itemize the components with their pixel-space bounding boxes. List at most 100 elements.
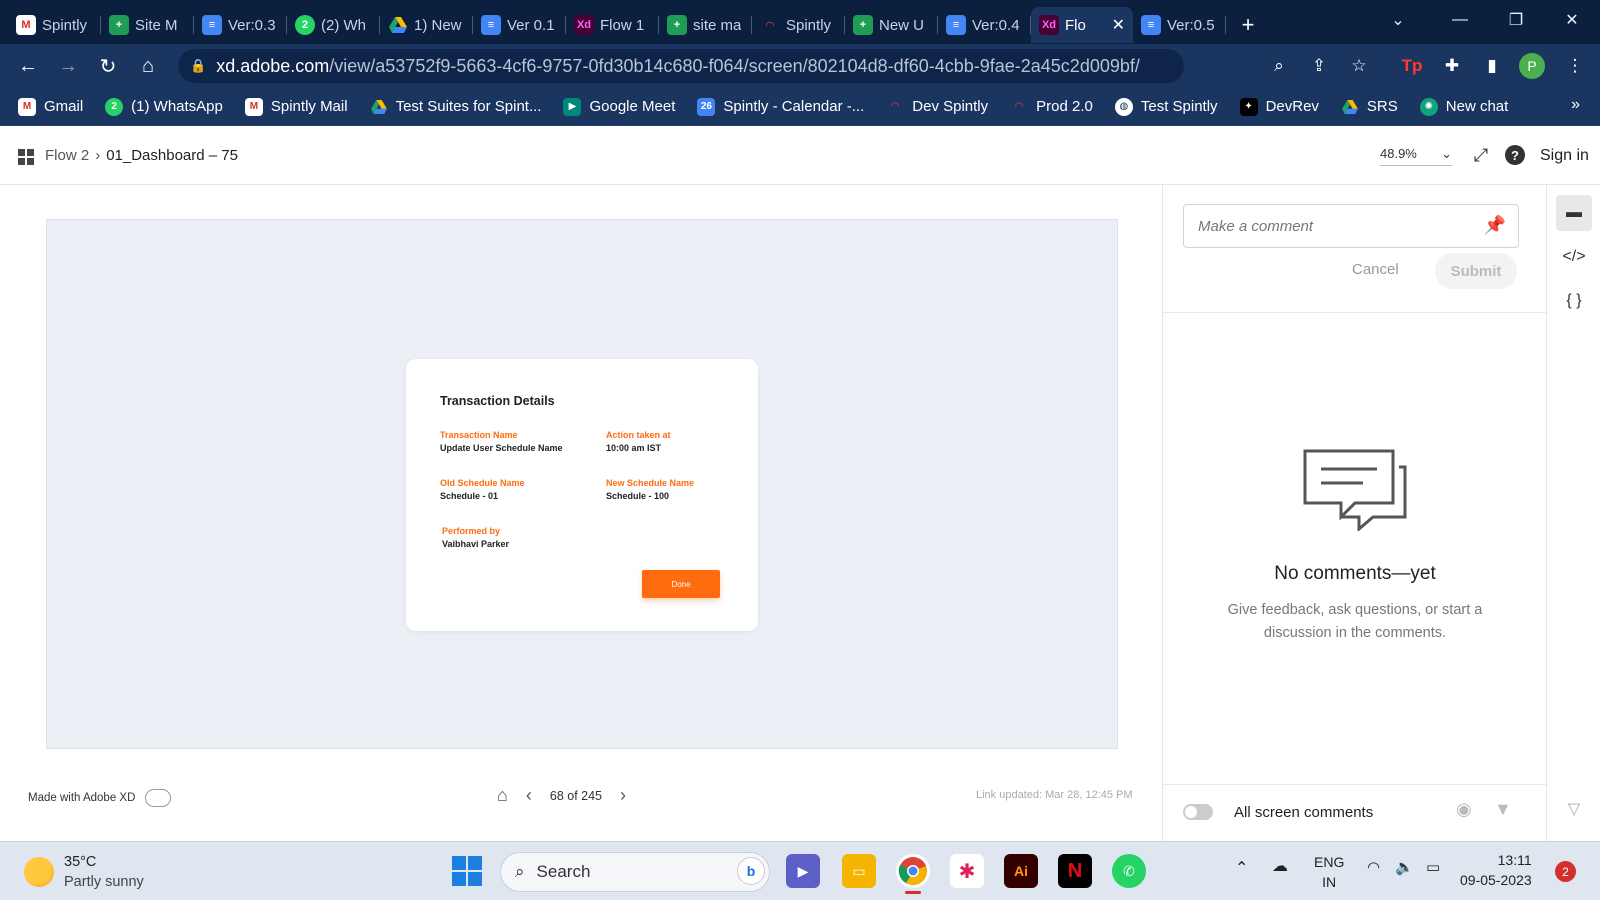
browser-tab-strip: M Spintly + Site M ≡ Ver:0.3 2 (2) Wh 1) New… (0, 0, 1600, 44)
reload-icon[interactable]: ↻ (88, 46, 128, 86)
prototype-canvas: Transaction Details Transaction Name Upd… (0, 185, 1162, 841)
browser-tab[interactable]: + site ma (659, 7, 752, 43)
back-icon[interactable]: ← (8, 46, 48, 86)
chevron-up-icon[interactable]: ⌃ (1235, 858, 1248, 878)
help-icon[interactable]: ? (1505, 145, 1525, 165)
slack-icon[interactable]: ✱ (950, 854, 984, 888)
browser-tab[interactable]: ≡ Ver:0.3 (194, 7, 287, 43)
pin-icon[interactable]: 📌 (1484, 215, 1506, 236)
submit-button[interactable]: Submit (1435, 253, 1517, 289)
teams-icon[interactable]: ▶ (786, 854, 820, 888)
bookmark-dev-spintly[interactable]: ◠ Dev Spintly (886, 98, 988, 116)
browser-tab[interactable]: + Site M (101, 7, 194, 43)
language-indicator[interactable]: ENG IN (1314, 852, 1344, 892)
url-input[interactable]: 🔒 xd.adobe.com/view/a53752f9-5663-4cf6-9… (178, 49, 1184, 83)
bing-icon[interactable]: b (737, 857, 765, 885)
all-screen-comments-toggle[interactable] (1183, 804, 1213, 820)
bookmark-prod[interactable]: ◠ Prod 2.0 (1010, 98, 1093, 116)
bookmark-star-icon[interactable]: ☆ (1345, 52, 1373, 80)
browser-tab[interactable]: 1) New (380, 7, 473, 43)
filter-icon[interactable]: ▼ (1494, 799, 1512, 820)
browser-tab[interactable]: + New U (845, 7, 938, 43)
chrome-icon[interactable] (896, 854, 930, 894)
clock[interactable]: 13:11 09-05-2023 (1460, 850, 1532, 890)
zoom-lens-icon[interactable]: ⌕ (1265, 52, 1293, 80)
cancel-button[interactable]: Cancel (1352, 261, 1399, 278)
bookmark-test-suites[interactable]: Test Suites for Spint... (370, 98, 541, 116)
browser-tab[interactable]: 2 (2) Wh (287, 7, 380, 43)
bookmark-gmail[interactable]: M Gmail (18, 97, 83, 116)
tab-search-chevron-icon[interactable]: ⌄ (1370, 0, 1426, 40)
illustrator-icon[interactable]: Ai (1004, 854, 1038, 888)
netflix-icon[interactable]: N (1058, 854, 1092, 888)
browser-tab-active[interactable]: Xd Flo ✕ (1031, 7, 1133, 43)
bookmark-calendar[interactable]: 26 Spintly - Calendar -... (697, 97, 864, 116)
extensions-puzzle-icon[interactable]: ✚ (1438, 52, 1466, 80)
breadcrumb-root[interactable]: Flow 2 (45, 147, 89, 164)
windows-taskbar: 35°C Partly sunny ⌕ Search b ▶ ▭ ✱ Ai N … (0, 841, 1600, 900)
profile-avatar[interactable]: P (1519, 53, 1545, 79)
restore-icon[interactable]: ❐ (1488, 0, 1544, 40)
grid-view-icon[interactable] (18, 149, 34, 165)
comment-input[interactable]: Make a comment 📌 (1183, 204, 1519, 248)
browser-tab[interactable]: M Spintly (8, 7, 101, 43)
card-title: Transaction Details (440, 394, 555, 408)
onedrive-icon[interactable]: ☁ (1272, 856, 1288, 876)
battery-icon[interactable]: ▭ (1426, 858, 1440, 876)
browser-tab[interactable]: Xd Flow 1 (566, 7, 659, 43)
whatsapp-icon[interactable]: ✆ (1112, 854, 1146, 888)
forward-icon[interactable]: → (48, 46, 88, 86)
bookmark-devrev[interactable]: ✦ DevRev (1239, 97, 1319, 116)
docs-icon: ≡ (946, 15, 966, 35)
field-performed-by: Performed by Vaibhavi Parker (442, 526, 510, 549)
home-icon[interactable]: ⌂ (497, 785, 508, 806)
wifi-icon: ◠ (891, 101, 900, 112)
volume-icon[interactable]: 🔈 (1395, 858, 1414, 876)
window-close-icon[interactable]: ✕ (1544, 0, 1600, 40)
empty-subtitle: Give feedback, ask questions, or start a… (1227, 602, 1483, 641)
bookmarks-overflow-icon[interactable]: » (1571, 96, 1580, 114)
all-screen-comments-label: All screen comments (1234, 804, 1374, 821)
extension-tp-icon[interactable]: Tp (1398, 52, 1426, 80)
code-icon[interactable]: </> (1556, 239, 1592, 275)
bookmark-new-chat[interactable]: ✺ New chat (1419, 97, 1508, 116)
browser-tab[interactable]: ≡ Ver:0.5 (1133, 7, 1226, 43)
bookmark-google-meet[interactable]: ▶ Google Meet (563, 97, 675, 116)
bookmark-test-spintly[interactable]: ◍ Test Spintly (1114, 97, 1218, 116)
bookmark-srs[interactable]: SRS (1341, 98, 1398, 116)
wifi-icon: ◠ (765, 19, 775, 32)
side-panel-icon[interactable]: ▮ (1478, 52, 1506, 80)
minimize-icon[interactable]: — (1432, 0, 1488, 40)
whatsapp-icon: 2 (105, 97, 124, 116)
fullscreen-icon[interactable]: ⤢ (1469, 143, 1493, 167)
browser-tab[interactable]: ≡ Ver:0.4 (938, 7, 1031, 43)
browser-tab[interactable]: ≡ Ver 0.1 (473, 7, 566, 43)
done-button[interactable]: Done (642, 570, 720, 598)
divider (1163, 784, 1547, 785)
specs-braces-icon[interactable]: { } (1556, 283, 1592, 319)
share-icon[interactable]: ⇪ (1305, 52, 1333, 80)
browser-menu-icon[interactable]: ⋮ (1561, 52, 1589, 80)
sheets-icon: + (109, 15, 129, 35)
close-icon[interactable]: ✕ (1112, 15, 1125, 35)
filter-icon[interactable]: ▽ (1556, 791, 1592, 827)
home-icon[interactable]: ⌂ (128, 46, 168, 86)
wifi-icon[interactable]: ◠ (1367, 858, 1380, 876)
zoom-select[interactable]: 48.9% ⌄ (1380, 146, 1452, 166)
notification-badge[interactable]: 2 (1555, 861, 1576, 882)
bookmark-spintly-mail[interactable]: M Spintly Mail (244, 97, 348, 116)
bookmark-whatsapp[interactable]: 2 (1) WhatsApp (105, 97, 223, 116)
new-tab-button[interactable]: + (1230, 7, 1266, 43)
weather-widget[interactable]: 35°C Partly sunny (24, 852, 144, 892)
browser-tab[interactable]: ◠ Spintly (752, 7, 845, 43)
whatsapp-icon: 2 (295, 15, 315, 35)
taskbar-search[interactable]: ⌕ Search (500, 852, 770, 892)
chevron-right-icon[interactable]: › (620, 785, 626, 806)
sign-in-link[interactable]: Sign in (1540, 147, 1589, 165)
comment-icon[interactable]: ▬ (1556, 195, 1592, 231)
hide-comments-icon[interactable]: ◉ (1456, 799, 1472, 820)
empty-title: No comments—yet (1274, 563, 1436, 584)
chevron-left-icon[interactable]: ‹ (526, 785, 532, 806)
start-button[interactable] (452, 856, 482, 886)
file-explorer-icon[interactable]: ▭ (842, 854, 876, 888)
